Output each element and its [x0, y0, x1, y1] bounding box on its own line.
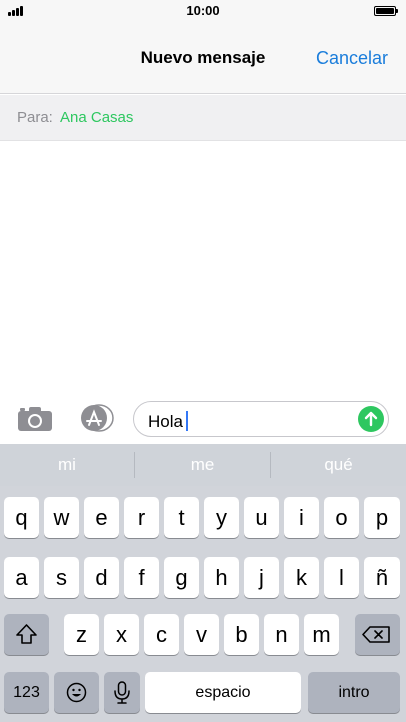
suggestion-1[interactable]: mi: [0, 444, 134, 486]
key-q[interactable]: q: [4, 497, 39, 538]
key-x[interactable]: x: [104, 614, 139, 655]
key-v[interactable]: v: [184, 614, 219, 655]
keyboard: mi me qué q w e r t y u i o p a s d f g …: [0, 444, 406, 722]
dictation-key[interactable]: [104, 672, 140, 713]
key-s[interactable]: s: [44, 557, 79, 598]
return-key[interactable]: intro: [308, 672, 400, 713]
key-i[interactable]: i: [284, 497, 319, 538]
shift-icon: [16, 624, 37, 644]
key-m[interactable]: m: [304, 614, 339, 655]
key-c[interactable]: c: [144, 614, 179, 655]
recipient-label: Para:: [17, 109, 53, 126]
key-w[interactable]: w: [44, 497, 79, 538]
navigation-bar: Nuevo mensaje Cancelar: [0, 22, 406, 94]
key-r[interactable]: r: [124, 497, 159, 538]
send-button[interactable]: [358, 406, 384, 432]
suggestion-2[interactable]: me: [135, 444, 270, 486]
key-o[interactable]: o: [324, 497, 359, 538]
key-u[interactable]: u: [244, 497, 279, 538]
microphone-icon: [114, 681, 130, 704]
space-key[interactable]: espacio: [145, 672, 301, 713]
app-store-icon[interactable]: [76, 404, 114, 432]
message-input[interactable]: Hola: [133, 401, 389, 437]
predictive-bar: mi me qué: [0, 444, 406, 486]
backspace-icon: [362, 626, 390, 643]
battery-icon: [374, 6, 398, 16]
text-caret: [185, 411, 188, 431]
key-l[interactable]: l: [324, 557, 359, 598]
emoji-icon: [66, 682, 87, 703]
key-h[interactable]: h: [204, 557, 239, 598]
emoji-key[interactable]: [54, 672, 99, 713]
delete-key[interactable]: [355, 614, 400, 655]
key-j[interactable]: j: [244, 557, 279, 598]
numbers-key[interactable]: 123: [4, 672, 49, 713]
cancel-button[interactable]: Cancelar: [316, 48, 388, 69]
camera-icon[interactable]: [17, 406, 53, 432]
conversation-area: [0, 142, 406, 392]
key-enye[interactable]: ñ: [364, 557, 400, 598]
key-p[interactable]: p: [364, 497, 400, 538]
key-b[interactable]: b: [224, 614, 259, 655]
key-k[interactable]: k: [284, 557, 319, 598]
key-f[interactable]: f: [124, 557, 159, 598]
key-g[interactable]: g: [164, 557, 199, 598]
clock: 10:00: [186, 3, 220, 18]
key-n[interactable]: n: [264, 614, 299, 655]
status-bar: 10:00: [0, 0, 406, 22]
recipient-name[interactable]: Ana Casas: [60, 109, 133, 126]
key-z[interactable]: z: [64, 614, 99, 655]
arrow-up-icon: [364, 411, 378, 427]
key-a[interactable]: a: [4, 557, 39, 598]
key-t[interactable]: t: [164, 497, 199, 538]
suggestion-3[interactable]: qué: [271, 444, 406, 486]
key-y[interactable]: y: [204, 497, 239, 538]
recipient-field[interactable]: Para: Ana Casas: [0, 95, 406, 141]
key-e[interactable]: e: [84, 497, 119, 538]
key-d[interactable]: d: [84, 557, 119, 598]
message-text: Hola: [148, 411, 188, 432]
shift-key[interactable]: [4, 614, 49, 655]
message-input-bar: Hola: [0, 392, 406, 444]
